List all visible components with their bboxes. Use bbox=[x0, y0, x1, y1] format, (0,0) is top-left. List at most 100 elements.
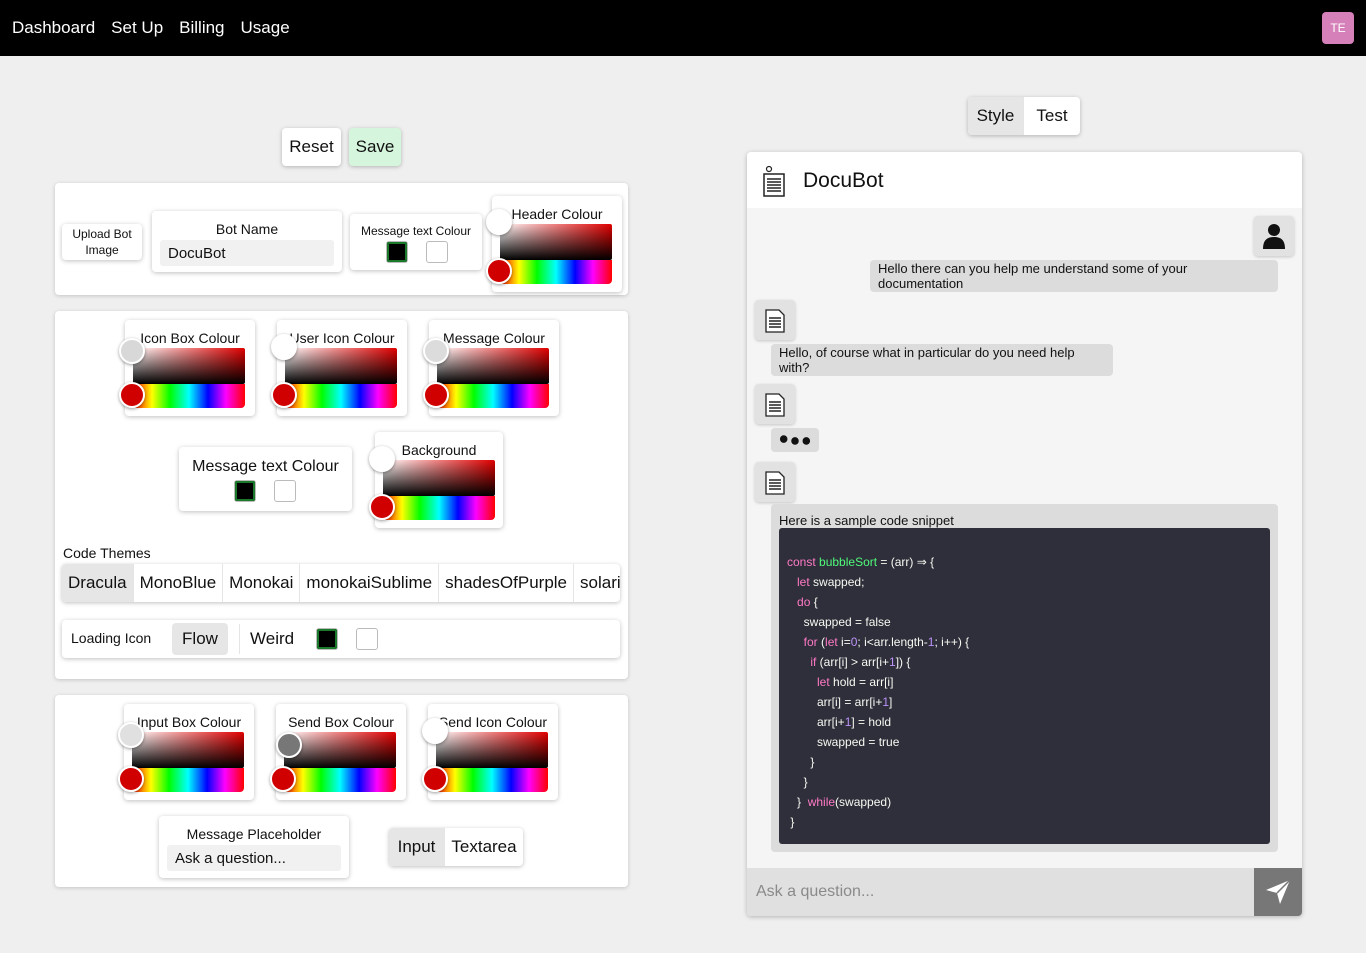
bot-document-icon bbox=[765, 309, 785, 333]
chat-preview: DocuBot Hello there can you help me unde… bbox=[747, 152, 1302, 916]
code-theme-selector: Dracula MonoBlue Monokai monokaiSublime … bbox=[62, 564, 620, 602]
hue-slider[interactable] bbox=[285, 384, 397, 408]
icon-box-colour-label: Icon Box Colour bbox=[140, 330, 240, 346]
icon-box-colour-picker: Icon Box Colour bbox=[119, 320, 255, 416]
chat-header: DocuBot bbox=[747, 152, 1302, 208]
hue-handle[interactable] bbox=[423, 382, 449, 408]
white-swatch[interactable] bbox=[274, 480, 296, 502]
user-avatar-box bbox=[1254, 216, 1294, 256]
input-type-selector: Input Textarea bbox=[389, 828, 523, 866]
theme-monokai-sublime[interactable]: monokaiSublime bbox=[300, 564, 440, 602]
user-message: Hello there can you help me understand s… bbox=[870, 260, 1278, 292]
saturation-handle[interactable] bbox=[276, 732, 302, 758]
upload-bot-image-button[interactable]: Upload Bot Image bbox=[62, 224, 142, 260]
bot-avatar-box bbox=[755, 300, 795, 340]
hue-handle[interactable] bbox=[270, 766, 296, 792]
divider bbox=[239, 624, 240, 654]
nav-billing[interactable]: Billing bbox=[179, 18, 224, 38]
loading-option-weird[interactable]: Weird bbox=[250, 629, 294, 649]
avatar[interactable]: TE bbox=[1322, 12, 1354, 44]
message-placeholder-input[interactable]: Ask a question... bbox=[167, 845, 341, 871]
colour-settings-panel: Icon Box Colour User Icon Colour Message… bbox=[55, 311, 628, 679]
saturation-handle[interactable] bbox=[423, 338, 449, 364]
code-block: const bubbleSort = (arr) ⇒ { let swapped… bbox=[779, 528, 1270, 844]
bot-document-icon bbox=[765, 393, 785, 417]
header-settings-panel: Upload Bot Image Bot Name DocuBot Messag… bbox=[55, 183, 628, 295]
user-icon-colour-picker: User Icon Colour bbox=[271, 320, 407, 416]
hue-handle[interactable] bbox=[271, 382, 297, 408]
saturation-handle[interactable] bbox=[369, 446, 395, 472]
message-placeholder-card: Message Placeholder Ask a question... bbox=[159, 816, 349, 878]
hue-handle[interactable] bbox=[119, 382, 145, 408]
hue-slider[interactable] bbox=[383, 496, 495, 520]
top-nav: Dashboard Set Up Billing Usage TE bbox=[0, 0, 1366, 56]
hue-handle[interactable] bbox=[369, 494, 395, 520]
input-type-input[interactable]: Input bbox=[389, 828, 445, 866]
theme-shades-of-purple[interactable]: shadesOfPurple bbox=[439, 564, 575, 602]
snippet-intro: Here is a sample code snippet bbox=[779, 513, 954, 528]
hue-slider[interactable] bbox=[436, 768, 548, 792]
theme-solarized[interactable]: solarized bbox=[574, 564, 620, 602]
hue-handle[interactable] bbox=[486, 258, 512, 284]
bot-avatar-box bbox=[755, 462, 795, 502]
theme-monoblue[interactable]: MonoBlue bbox=[134, 564, 224, 602]
saturation-handle[interactable] bbox=[119, 338, 145, 364]
input-box-colour-label: Input Box Colour bbox=[136, 714, 242, 730]
nav-setup[interactable]: Set Up bbox=[111, 18, 163, 38]
black-swatch[interactable] bbox=[386, 241, 408, 263]
code-themes-label: Code Themes bbox=[63, 545, 151, 561]
saturation-handle[interactable] bbox=[486, 209, 512, 235]
white-swatch[interactable] bbox=[356, 628, 378, 650]
white-swatch[interactable] bbox=[426, 241, 448, 263]
send-box-colour-picker: Send Box Colour bbox=[270, 704, 406, 800]
hue-slider[interactable] bbox=[500, 260, 612, 284]
saturation-handle[interactable] bbox=[118, 722, 144, 748]
bot-document-icon bbox=[763, 165, 785, 197]
nav-dashboard[interactable]: Dashboard bbox=[12, 18, 95, 38]
background-colour-picker: Background bbox=[369, 432, 503, 528]
message-colour-picker: Message Colour bbox=[423, 320, 559, 416]
input-type-textarea[interactable]: Textarea bbox=[445, 828, 523, 866]
send-icon-colour-picker: Send Icon Colour bbox=[422, 704, 558, 800]
send-button[interactable] bbox=[1254, 868, 1302, 916]
black-swatch[interactable] bbox=[234, 480, 256, 502]
input-box-colour-picker: Input Box Colour bbox=[118, 704, 254, 800]
saturation-area[interactable] bbox=[285, 348, 397, 384]
bot-avatar-box bbox=[755, 384, 795, 424]
reset-button[interactable]: Reset bbox=[282, 128, 341, 166]
hue-handle[interactable] bbox=[422, 766, 448, 792]
bot-name-card: Bot Name DocuBot bbox=[152, 211, 342, 272]
loading-option-flow[interactable]: Flow bbox=[172, 623, 228, 655]
saturation-area[interactable] bbox=[437, 348, 549, 384]
message-text-colour-label: Message text Colour bbox=[360, 224, 472, 238]
hue-slider[interactable] bbox=[133, 384, 245, 408]
saturation-area[interactable] bbox=[383, 460, 495, 496]
send-icon bbox=[1266, 879, 1291, 904]
save-button[interactable]: Save bbox=[349, 128, 401, 166]
saturation-handle[interactable] bbox=[271, 334, 297, 360]
message-text-colour-label: Message text Colour bbox=[192, 458, 339, 475]
hue-slider[interactable] bbox=[284, 768, 396, 792]
hue-slider[interactable] bbox=[437, 384, 549, 408]
send-box-colour-label: Send Box Colour bbox=[288, 714, 394, 730]
tab-style[interactable]: Style bbox=[968, 97, 1024, 135]
bot-document-icon bbox=[765, 471, 785, 495]
hue-handle[interactable] bbox=[118, 766, 144, 792]
saturation-handle[interactable] bbox=[422, 718, 448, 744]
bot-name-input[interactable]: DocuBot bbox=[160, 240, 334, 266]
message-colour-label: Message Colour bbox=[443, 330, 545, 346]
hue-slider[interactable] bbox=[132, 768, 244, 792]
saturation-area[interactable] bbox=[436, 732, 548, 768]
tab-test[interactable]: Test bbox=[1024, 97, 1080, 135]
chat-bot-name: DocuBot bbox=[803, 169, 884, 192]
nav-usage[interactable]: Usage bbox=[241, 18, 290, 38]
saturation-area[interactable] bbox=[132, 732, 244, 768]
theme-dracula[interactable]: Dracula bbox=[62, 564, 134, 602]
chat-input[interactable]: Ask a question... bbox=[747, 868, 1254, 916]
saturation-area[interactable] bbox=[133, 348, 245, 384]
theme-monokai[interactable]: Monokai bbox=[223, 564, 301, 602]
saturation-area[interactable] bbox=[500, 224, 612, 260]
input-settings-panel: Input Box Colour Send Box Colour Send Ic… bbox=[55, 695, 628, 887]
loading-icon-label: Loading Icon bbox=[71, 630, 152, 646]
black-swatch[interactable] bbox=[316, 628, 338, 650]
